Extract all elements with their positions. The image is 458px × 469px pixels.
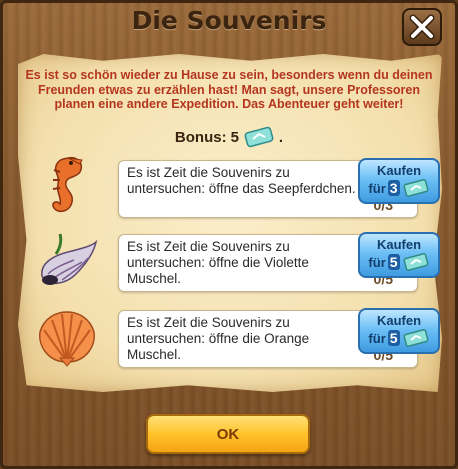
buy-price: 5 <box>387 254 400 270</box>
violet-shell-icon <box>41 233 98 285</box>
task-row: Es ist Zeit die Souvenirs zu untersuchen… <box>118 158 440 222</box>
task-row: Es ist Zeit die Souvenirs zu untersuchen… <box>118 308 440 372</box>
intro-text: Es ist so schön wieder zu Hause zu sein,… <box>25 68 433 111</box>
task-row: Es ist Zeit die Souvenirs zu untersuchen… <box>118 232 440 296</box>
buy-price: 3 <box>387 180 400 196</box>
bonus-label: Bonus: <box>174 128 227 146</box>
ok-button[interactable]: OK <box>146 414 310 454</box>
seahorse-icon <box>52 156 83 213</box>
ticket-icon <box>244 126 274 148</box>
close-button[interactable] <box>402 8 442 46</box>
ticket-icon <box>403 179 429 197</box>
ticket-icon <box>403 253 429 271</box>
buy-price: 5 <box>387 330 400 346</box>
buy-button[interactable]: Kaufen für 5 <box>358 232 440 278</box>
bonus-value: 5 <box>230 128 239 146</box>
buy-prefix: für <box>368 330 386 346</box>
buy-prefix: für <box>368 254 386 270</box>
orange-shell-icon <box>39 311 95 367</box>
task-text: Es ist Zeit die Souvenirs zu untersuchen… <box>127 315 310 362</box>
task-text: Es ist Zeit die Souvenirs zu untersuchen… <box>127 239 309 286</box>
task-text: Es ist Zeit die Souvenirs zu untersuchen… <box>127 165 356 196</box>
buy-prefix: für <box>368 180 386 196</box>
buy-button[interactable]: Kaufen für 5 <box>358 308 440 354</box>
buy-label: Kaufen <box>376 163 422 178</box>
close-icon <box>409 14 435 40</box>
dialog-title: Die Souvenirs <box>131 6 327 35</box>
bonus-row: Bonus: 5 . <box>0 126 458 148</box>
buy-label: Kaufen <box>376 237 422 252</box>
buy-button[interactable]: Kaufen für 3 <box>358 158 440 204</box>
buy-label: Kaufen <box>376 313 422 328</box>
bonus-suffix: . <box>278 128 284 146</box>
ticket-icon <box>403 329 429 347</box>
ok-label: OK <box>216 425 240 443</box>
